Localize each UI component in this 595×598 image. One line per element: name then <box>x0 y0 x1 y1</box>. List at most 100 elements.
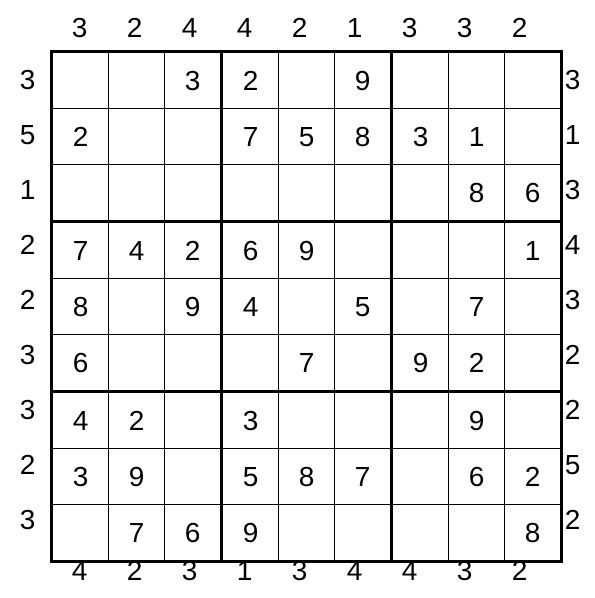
cell-r7-c8[interactable]: 9 <box>449 392 505 449</box>
cell-r1-c3[interactable]: 3 <box>165 52 222 109</box>
cell-value: 1 <box>469 121 485 152</box>
cell-r8-c1[interactable]: 3 <box>52 449 109 505</box>
cell-r6-c1[interactable]: 6 <box>52 335 109 392</box>
cell-r4-c3[interactable]: 2 <box>165 222 222 279</box>
cell-r5-c7[interactable] <box>392 279 449 335</box>
cell-r4-c8[interactable] <box>449 222 505 279</box>
cell-r5-c4[interactable]: 4 <box>222 279 279 335</box>
cell-r1-c4[interactable]: 2 <box>222 52 279 109</box>
cell-r5-c5[interactable] <box>279 279 335 335</box>
cell-value: 7 <box>73 235 89 266</box>
cell-r7-c7[interactable] <box>392 392 449 449</box>
cell-r7-c3[interactable] <box>165 392 222 449</box>
cell-r4-c7[interactable] <box>392 222 449 279</box>
cell-value: 8 <box>525 517 541 548</box>
cell-r8-c3[interactable] <box>165 449 222 505</box>
cell-r2-c4[interactable]: 7 <box>222 109 279 165</box>
top-clue-2: 2 <box>107 0 162 55</box>
cell-r5-c1[interactable]: 8 <box>52 279 109 335</box>
cell-r1-c5[interactable] <box>279 52 335 109</box>
cell-r5-c8[interactable]: 7 <box>449 279 505 335</box>
cell-r6-c8[interactable]: 2 <box>449 335 505 392</box>
cell-r7-c6[interactable] <box>335 392 392 449</box>
cell-r2-c3[interactable] <box>165 109 222 165</box>
cell-r7-c2[interactable]: 2 <box>109 392 165 449</box>
cell-r6-c2[interactable] <box>109 335 165 392</box>
cell-r8-c2[interactable]: 9 <box>109 449 165 505</box>
cell-r9-c4[interactable]: 9 <box>222 505 279 562</box>
cell-r6-c5[interactable]: 7 <box>279 335 335 392</box>
cell-r2-c6[interactable]: 8 <box>335 109 392 165</box>
cell-r1-c9[interactable] <box>505 52 562 109</box>
cell-r9-c7[interactable] <box>392 505 449 562</box>
cell-r9-c6[interactable] <box>335 505 392 562</box>
cell-r9-c2[interactable]: 7 <box>109 505 165 562</box>
cell-r8-c7[interactable] <box>392 449 449 505</box>
cell-r6-c9[interactable] <box>505 335 562 392</box>
left-clue-5: 2 <box>0 272 55 327</box>
cell-r9-c1[interactable] <box>52 505 109 562</box>
cell-r4-c6[interactable] <box>335 222 392 279</box>
cell-r9-c3[interactable]: 6 <box>165 505 222 562</box>
cell-value: 3 <box>413 121 429 152</box>
cell-r6-c4[interactable] <box>222 335 279 392</box>
cell-r2-c8[interactable]: 1 <box>449 109 505 165</box>
cell-r3-c4[interactable] <box>222 165 279 222</box>
cell-value: 3 <box>243 405 259 436</box>
cell-r1-c6[interactable]: 9 <box>335 52 392 109</box>
cell-r1-c8[interactable] <box>449 52 505 109</box>
cell-r3-c3[interactable] <box>165 165 222 222</box>
cell-r2-c2[interactable] <box>109 109 165 165</box>
cell-value: 2 <box>243 65 259 96</box>
cell-r4-c2[interactable]: 4 <box>109 222 165 279</box>
cell-r5-c9[interactable] <box>505 279 562 335</box>
cell-r7-c1[interactable]: 4 <box>52 392 109 449</box>
cell-value: 2 <box>129 405 145 436</box>
cell-r2-c1[interactable]: 2 <box>52 109 109 165</box>
cell-r8-c9[interactable]: 2 <box>505 449 562 505</box>
cell-r3-c2[interactable] <box>109 165 165 222</box>
cell-r6-c7[interactable]: 9 <box>392 335 449 392</box>
cell-r1-c2[interactable] <box>109 52 165 109</box>
cell-r4-c1[interactable]: 7 <box>52 222 109 279</box>
cell-r8-c5[interactable]: 8 <box>279 449 335 505</box>
cell-r3-c9[interactable]: 6 <box>505 165 562 222</box>
cell-r4-c5[interactable]: 9 <box>279 222 335 279</box>
left-clue-4: 2 <box>0 217 55 272</box>
cell-r7-c5[interactable] <box>279 392 335 449</box>
cell-r3-c6[interactable] <box>335 165 392 222</box>
cell-r5-c6[interactable]: 5 <box>335 279 392 335</box>
cell-r3-c7[interactable] <box>392 165 449 222</box>
cell-value: 3 <box>73 461 89 492</box>
cell-r3-c8[interactable]: 8 <box>449 165 505 222</box>
cell-value: 8 <box>73 291 89 322</box>
cell-r2-c5[interactable]: 5 <box>279 109 335 165</box>
cell-r2-c7[interactable]: 3 <box>392 109 449 165</box>
cell-r8-c4[interactable]: 5 <box>222 449 279 505</box>
cell-value: 5 <box>299 121 315 152</box>
cell-r3-c5[interactable] <box>279 165 335 222</box>
cell-r8-c6[interactable]: 7 <box>335 449 392 505</box>
cell-r5-c3[interactable]: 9 <box>165 279 222 335</box>
cell-r8-c8[interactable]: 6 <box>449 449 505 505</box>
cell-r3-c1[interactable] <box>52 165 109 222</box>
cell-r2-c9[interactable] <box>505 109 562 165</box>
cell-value: 7 <box>243 121 259 152</box>
cell-r5-c2[interactable] <box>109 279 165 335</box>
cell-r6-c6[interactable] <box>335 335 392 392</box>
cell-value: 7 <box>355 461 371 492</box>
left-clue-1: 3 <box>0 52 55 107</box>
cell-r1-c7[interactable] <box>392 52 449 109</box>
cell-r4-c9[interactable]: 1 <box>505 222 562 279</box>
cell-r9-c8[interactable] <box>449 505 505 562</box>
cell-r9-c5[interactable] <box>279 505 335 562</box>
cell-r4-c4[interactable]: 6 <box>222 222 279 279</box>
cell-r7-c4[interactable]: 3 <box>222 392 279 449</box>
cell-r1-c1[interactable] <box>52 52 109 109</box>
cell-r9-c9[interactable]: 8 <box>505 505 562 562</box>
cell-value: 4 <box>243 291 259 322</box>
cell-r6-c3[interactable] <box>165 335 222 392</box>
left-clue-9: 3 <box>0 492 55 547</box>
cell-value: 3 <box>185 65 201 96</box>
cell-r7-c9[interactable] <box>505 392 562 449</box>
